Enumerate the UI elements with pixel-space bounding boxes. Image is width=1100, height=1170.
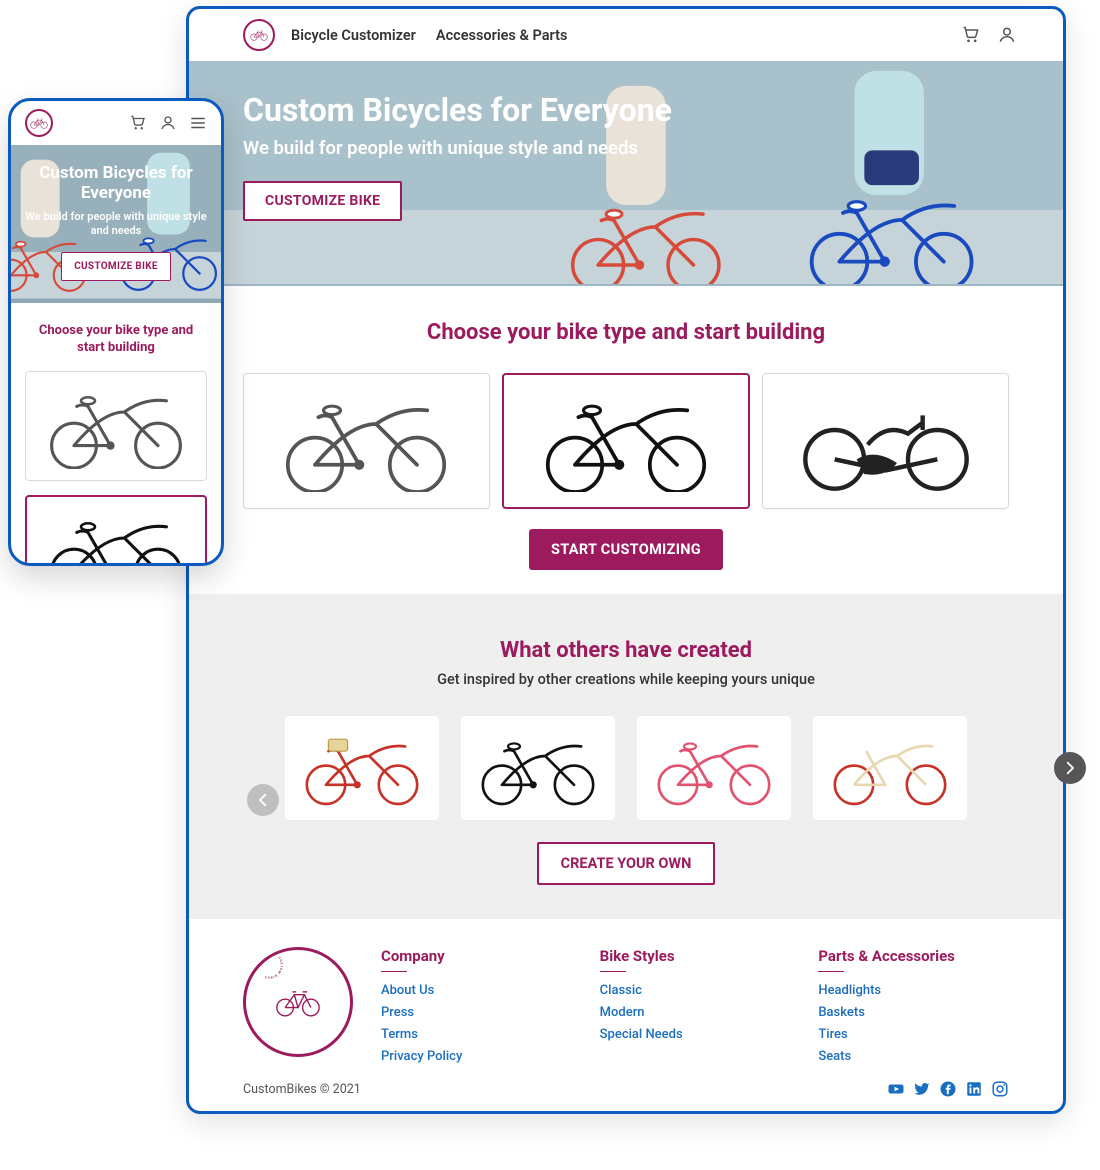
- footer-logo-ring-text: CUSTOM BIKES CUSTOM BIKES: [246, 950, 292, 980]
- copyright: CustomBikes © 2021: [243, 1082, 361, 1097]
- mobile-bike-option-black[interactable]: [25, 495, 207, 566]
- footer-col-title: Bike Styles: [600, 947, 791, 965]
- gallery-next-button[interactable]: [1054, 752, 1086, 784]
- cart-icon[interactable]: [961, 25, 981, 45]
- nav-link-accessories[interactable]: Accessories & Parts: [436, 27, 568, 44]
- bike-option-cruiser-black[interactable]: [502, 373, 751, 509]
- gallery-item-2[interactable]: [461, 716, 615, 820]
- footer-col-styles: Bike Styles Classic Modern Special Needs: [600, 947, 791, 1068]
- footer-col-title: Company: [381, 947, 572, 965]
- footer-link[interactable]: Seats: [818, 1046, 1009, 1068]
- facebook-icon[interactable]: [939, 1080, 957, 1098]
- twitter-icon[interactable]: [913, 1080, 931, 1098]
- mobile-hero-title: Custom Bicycles for Everyone: [25, 163, 207, 204]
- footer-link[interactable]: About Us: [381, 980, 572, 1002]
- mobile-frame: Custom Bicycles for Everyone We build fo…: [8, 98, 224, 566]
- desktop-frame: Bicycle Customizer Accessories & Parts C…: [186, 6, 1066, 1114]
- bike-option-handcycle[interactable]: [762, 373, 1009, 509]
- gallery-item-1[interactable]: [285, 716, 439, 820]
- gallery-prev-button[interactable]: [247, 784, 279, 816]
- hero-subtitle: We build for people with unique style an…: [243, 137, 1009, 159]
- brand-logo[interactable]: [243, 19, 275, 51]
- cart-icon[interactable]: [129, 114, 147, 132]
- footer: CUSTOM BIKES CUSTOM BIKES Company About …: [189, 919, 1063, 1080]
- mobile-choose-heading: Choose your bike type and start building: [25, 323, 207, 357]
- nav-link-customizer[interactable]: Bicycle Customizer: [291, 27, 416, 44]
- mobile-hero: Custom Bicycles for Everyone We build fo…: [11, 145, 221, 303]
- hero-title: Custom Bicycles for Everyone: [243, 91, 1009, 129]
- mobile-brand-logo[interactable]: [25, 109, 53, 137]
- linkedin-icon[interactable]: [965, 1080, 983, 1098]
- mobile-hero-subtitle: We build for people with unique style an…: [25, 210, 207, 239]
- bike-option-cruiser-white[interactable]: [243, 373, 490, 509]
- footer-link[interactable]: Privacy Policy: [381, 1046, 572, 1068]
- user-icon[interactable]: [159, 114, 177, 132]
- footer-link[interactable]: Tires: [818, 1024, 1009, 1046]
- svg-text:CUSTOM BIKES: CUSTOM BIKES: [264, 956, 284, 980]
- instagram-icon[interactable]: [991, 1080, 1009, 1098]
- footer-link[interactable]: Headlights: [818, 980, 1009, 1002]
- footer-col-company: Company About Us Press Terms Privacy Pol…: [381, 947, 572, 1068]
- create-your-own-button[interactable]: CREATE YOUR OWN: [537, 842, 716, 885]
- customize-bike-button[interactable]: CUSTOMIZE BIKE: [243, 181, 402, 221]
- gallery-heading: What others have created: [189, 638, 1063, 663]
- footer-link[interactable]: Classic: [600, 980, 791, 1002]
- mobile-bike-option-white[interactable]: [25, 371, 207, 481]
- subfooter: CustomBikes © 2021: [189, 1080, 1063, 1112]
- gallery-subtitle: Get inspired by other creations while ke…: [189, 671, 1063, 688]
- choose-heading: Choose your bike type and start building: [243, 320, 1009, 345]
- choose-section: Choose your bike type and start building…: [189, 286, 1063, 594]
- mobile-choose: Choose your bike type and start building: [11, 303, 221, 566]
- hero: Custom Bicycles for Everyone We build fo…: [189, 61, 1063, 286]
- footer-col-title: Parts & Accessories: [818, 947, 1009, 965]
- chevron-right-icon: [1061, 759, 1079, 777]
- menu-icon[interactable]: [189, 114, 207, 132]
- gallery-item-4[interactable]: [813, 716, 967, 820]
- gallery-section: What others have created Get inspired by…: [189, 594, 1063, 919]
- gallery-item-3[interactable]: [637, 716, 791, 820]
- footer-link[interactable]: Modern: [600, 1002, 791, 1024]
- mobile-nav: [11, 101, 221, 145]
- user-icon[interactable]: [997, 25, 1017, 45]
- chevron-left-icon: [254, 791, 272, 809]
- footer-link[interactable]: Baskets: [818, 1002, 1009, 1024]
- footer-col-parts: Parts & Accessories Headlights Baskets T…: [818, 947, 1009, 1068]
- footer-logo[interactable]: CUSTOM BIKES CUSTOM BIKES: [243, 947, 353, 1057]
- youtube-icon[interactable]: [887, 1080, 905, 1098]
- top-nav: Bicycle Customizer Accessories & Parts: [189, 9, 1063, 61]
- start-customizing-button[interactable]: START CUSTOMIZING: [529, 529, 723, 570]
- footer-link[interactable]: Terms: [381, 1024, 572, 1046]
- footer-link[interactable]: Press: [381, 1002, 572, 1024]
- footer-link[interactable]: Special Needs: [600, 1024, 791, 1046]
- mobile-customize-button[interactable]: CUSTOMIZE BIKE: [61, 252, 171, 281]
